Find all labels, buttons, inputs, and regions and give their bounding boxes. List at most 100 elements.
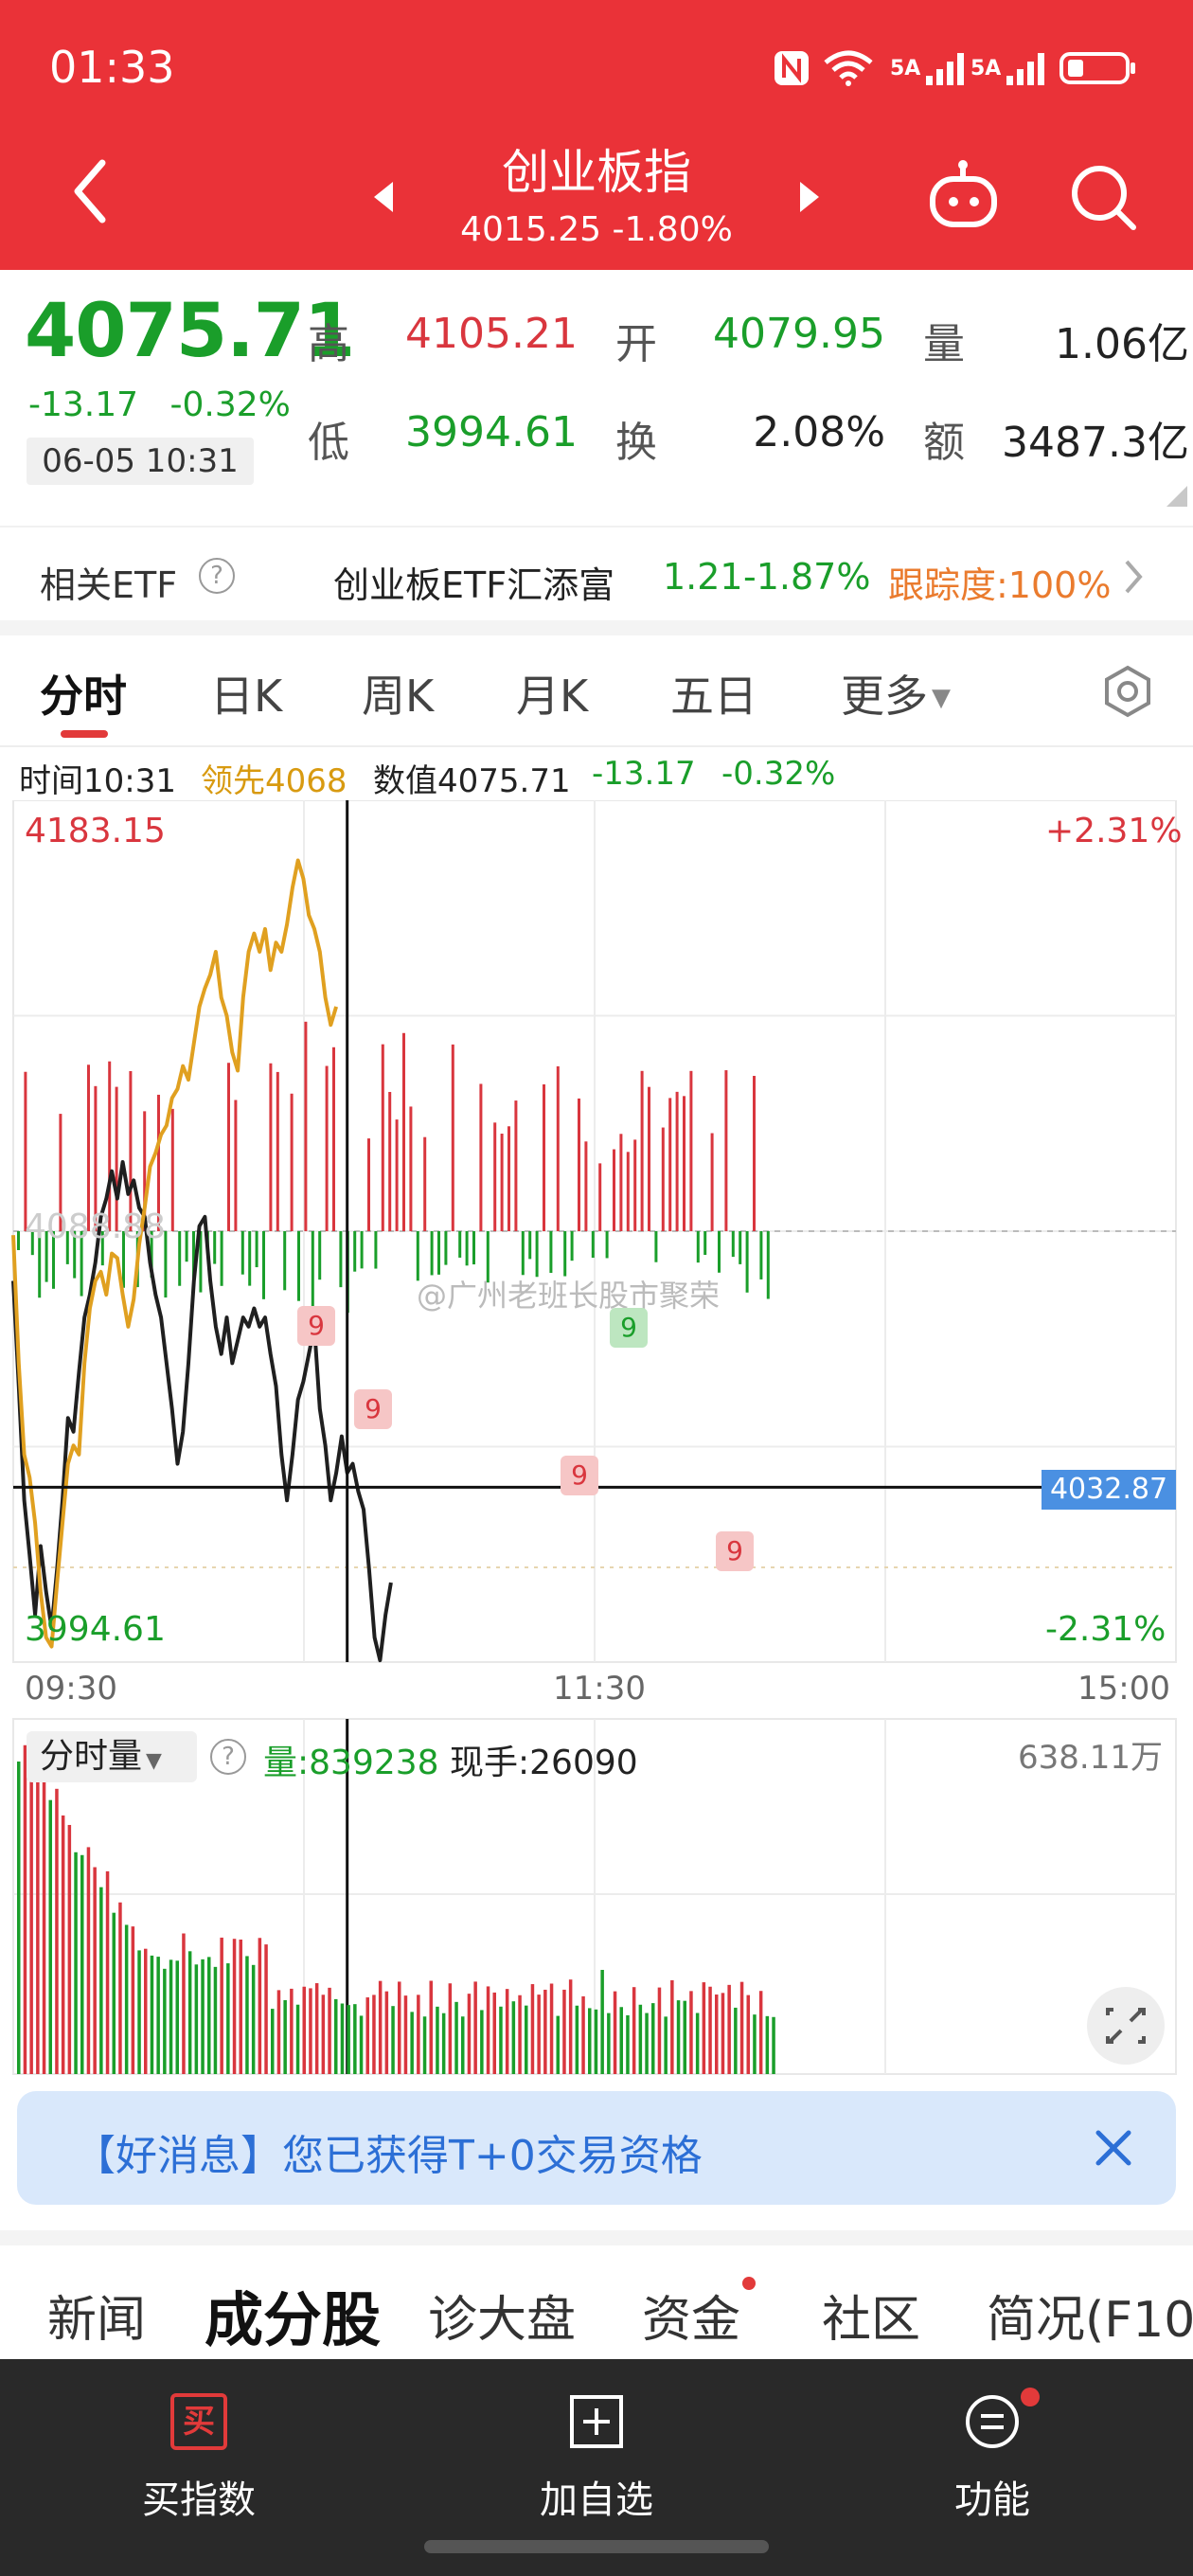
volume-bar <box>55 1788 59 2074</box>
deviation-bar <box>332 1046 335 1231</box>
volume-bar <box>689 1991 693 2074</box>
volume-bar <box>17 1762 21 2074</box>
leading-index-line <box>11 858 339 1649</box>
volume-type-dropdown[interactable]: 分时量 ▼ <box>27 1731 197 1782</box>
volume-bar <box>480 2010 484 2074</box>
deviation-bar <box>283 1231 287 1291</box>
tab-news[interactable]: 新闻 <box>47 2280 146 2351</box>
deviation-bar <box>668 1098 672 1231</box>
info-lead: 领先4068 <box>201 762 347 800</box>
volume-chart[interactable]: 分时量 ▼ ? 量:839238 现手:26090 638.11万 <box>0 1714 1193 2079</box>
volume-bar <box>347 2005 350 2074</box>
status-bar: 01:33 5A 5A <box>0 0 1193 133</box>
previous-index-icon[interactable] <box>365 178 402 216</box>
help-icon[interactable]: ? <box>199 558 235 594</box>
volume-bar <box>505 1989 509 2074</box>
info-time: 时间10:31 <box>19 762 176 800</box>
x-tick-mid: 11:30 <box>553 1670 646 1708</box>
y-axis-max-label: 4183.15 <box>25 812 166 850</box>
deviation-bar <box>255 1231 258 1268</box>
tab-daily-k[interactable]: 日K <box>210 662 282 724</box>
volume-bar <box>511 2001 516 2074</box>
close-icon[interactable] <box>1087 2121 1140 2174</box>
deviation-bar <box>248 1231 252 1286</box>
functions-button[interactable]: 功能 <box>869 2388 1115 2524</box>
deviation-bar <box>521 1231 525 1276</box>
volume-bar <box>753 2014 757 2074</box>
volume-bar <box>676 2000 681 2074</box>
related-etf-row[interactable]: 相关ETF ? 创业板ETF汇添富 1.21 -1.87% 跟踪度:100% <box>0 526 1193 620</box>
help-icon[interactable]: ? <box>210 1739 246 1775</box>
back-icon[interactable] <box>59 153 125 229</box>
deviation-bar <box>311 1231 314 1307</box>
stat-value-turnover: 2.08% <box>753 408 885 456</box>
deviation-bar <box>507 1126 510 1231</box>
deviation-bar <box>626 1152 630 1231</box>
volume-bar <box>328 1987 331 2074</box>
volume-bar <box>213 1966 218 2074</box>
volume-bar <box>607 2012 611 2074</box>
search-icon[interactable] <box>1065 159 1141 235</box>
corner-expand-icon[interactable] <box>1166 486 1187 507</box>
volume-bar <box>93 1867 97 2074</box>
volume-bar <box>657 1987 662 2074</box>
deviation-bar <box>395 1119 399 1231</box>
deviation-bar <box>220 1231 223 1286</box>
prev-close-label: 4088.88 <box>25 1208 166 1246</box>
tab-five-day[interactable]: 五日 <box>670 662 757 724</box>
settings-hex-icon[interactable] <box>1100 664 1155 723</box>
info-value: 数值4075.71 <box>373 762 571 800</box>
intraday-chart[interactable]: 4183.15 +2.31% 4088.88 3994.61 -2.31% 40… <box>0 799 1193 1709</box>
add-watchlist-button[interactable]: 加自选 <box>473 2393 720 2524</box>
volume-bar <box>194 1964 199 2074</box>
signal-marker-5: 9 <box>716 1531 754 1571</box>
volume-bar <box>549 1983 554 2074</box>
volume-bar <box>568 1979 573 2074</box>
volume-bar <box>124 1924 129 2074</box>
tab-monthly-k[interactable]: 月K <box>516 662 588 724</box>
tab-funds[interactable]: 资金 <box>642 2280 740 2351</box>
robot-assistant-icon[interactable] <box>923 156 1004 237</box>
deviation-bar <box>724 1070 728 1231</box>
etf-tracking: 跟踪度:100% <box>888 564 1112 606</box>
deviation-bar <box>170 1108 174 1231</box>
volume-bar <box>29 1749 33 2074</box>
tab-profile-f10[interactable]: 简况(F10) <box>987 2280 1193 2351</box>
buy-index-button[interactable]: 买 买指数 <box>76 2393 322 2524</box>
deviation-bar <box>185 1231 188 1262</box>
etf-name[interactable]: 创业板ETF汇添富 <box>333 556 614 608</box>
deviation-bar <box>633 1139 637 1231</box>
volume-bar <box>175 1960 179 2074</box>
tab-intraday[interactable]: 分时 <box>40 662 127 724</box>
fullscreen-icon[interactable] <box>1087 1987 1165 2065</box>
volume-bar <box>398 1981 401 2074</box>
volume-bar <box>739 1981 744 2074</box>
deviation-bar <box>367 1138 370 1231</box>
volume-bar <box>137 1950 141 2074</box>
deviation-bar <box>290 1093 294 1231</box>
quote-panel: 4075.71 -13.17 -0.32% 06-05 10:31 高 4105… <box>0 270 1193 526</box>
deviation-bar <box>563 1231 567 1277</box>
volume-bar <box>99 1887 103 2074</box>
volume-bar <box>264 1944 268 2074</box>
tab-constituents[interactable]: 成分股 <box>205 2272 381 2357</box>
tab-weekly-k[interactable]: 周K <box>362 662 434 724</box>
volume-bar <box>23 1744 27 2074</box>
volume-bar <box>702 1982 706 2074</box>
y-axis-min-label: 3994.61 <box>25 1610 166 1649</box>
volume-max-label: 638.11万 <box>1018 1739 1163 1777</box>
wifi-icon <box>822 49 875 87</box>
tab-more[interactable]: 更多 ▼ <box>841 662 951 724</box>
next-index-icon[interactable] <box>791 178 828 216</box>
page-title: 创业板指 <box>502 145 691 200</box>
signal-marker-3: 9 <box>561 1456 598 1495</box>
info-change: -13.17 <box>592 755 696 793</box>
chevron-right-icon[interactable] <box>1119 556 1148 601</box>
volume-bar <box>626 2014 630 2074</box>
promo-banner[interactable]: 【好消息】您已获得T+0交易资格 <box>17 2091 1176 2205</box>
tab-community[interactable]: 社区 <box>822 2280 920 2351</box>
tab-market-diagnosis[interactable]: 诊大盘 <box>428 2280 576 2351</box>
deviation-bar <box>535 1231 539 1278</box>
y-axis-max-pct-label: +2.31% <box>1045 812 1183 850</box>
deviation-bar <box>318 1231 322 1280</box>
